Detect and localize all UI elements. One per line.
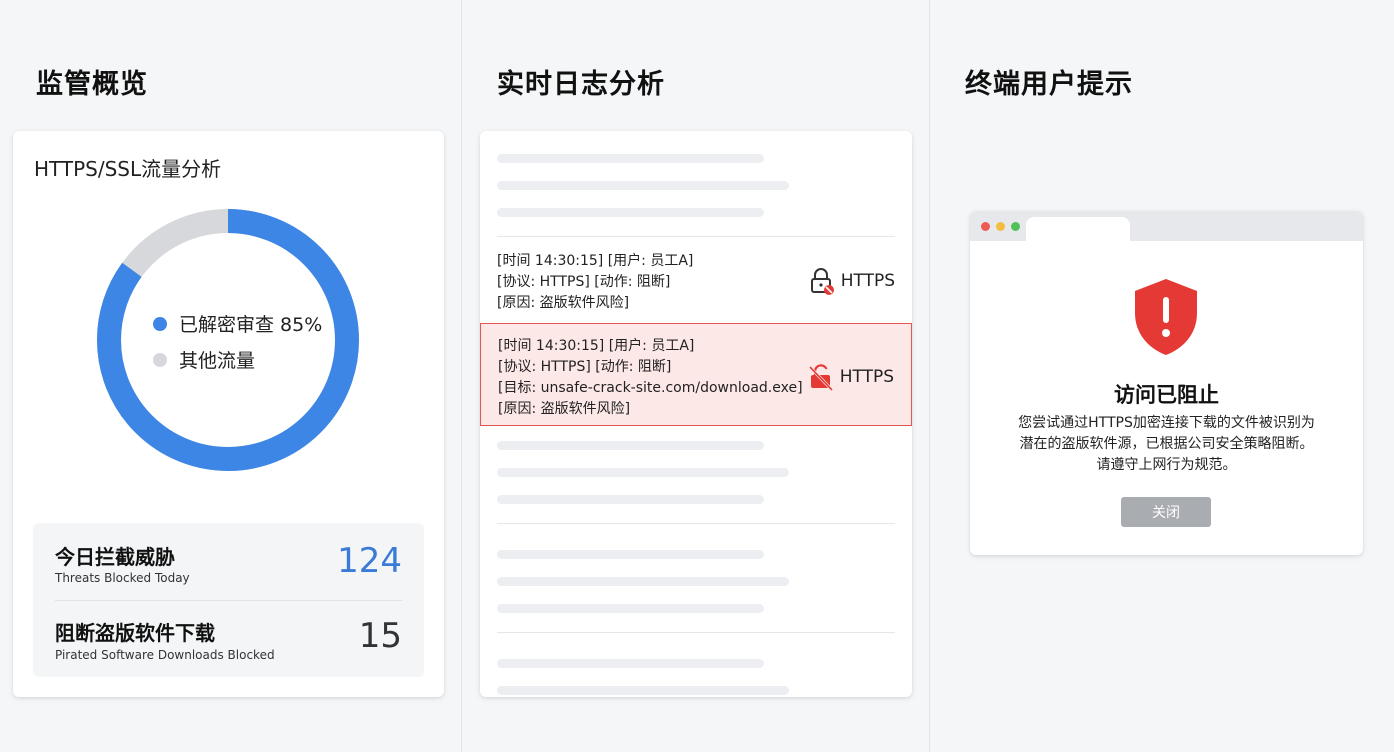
divider: [497, 632, 895, 633]
log-entry-blocked[interactable]: [时间 14:30:15] [用户: 员工A] [协议: HTTPS] [动作:…: [480, 323, 912, 426]
legend-dot-other: [153, 352, 167, 367]
log-line: [原因: 盗版软件风险]: [498, 401, 631, 417]
section-title-overview: 监管概览: [36, 69, 148, 100]
section-title-logs: 实时日志分析: [497, 69, 665, 100]
browser-tab[interactable]: [1026, 217, 1130, 241]
log-protocol: HTTPS: [809, 267, 895, 295]
log-entry[interactable]: [时间 14:30:15] [用户: 员工A] [协议: HTTPS] [动作:…: [480, 237, 912, 323]
legend-label-other: 其他流量: [179, 350, 256, 372]
placeholder-line: [497, 441, 764, 450]
unlocked-slash-icon: [808, 364, 833, 391]
legend-label-decrypted: 已解密审查 85%: [179, 314, 323, 336]
log-line: [目标: unsafe-crack-site.com/download.exe]: [498, 380, 803, 396]
placeholder-line: [497, 468, 789, 477]
log-card: [时间 14:30:15] [用户: 员工A] [协议: HTTPS] [动作:…: [480, 131, 912, 697]
placeholder-line: [497, 550, 764, 559]
section-title-user: 终端用户提示: [965, 69, 1133, 100]
placeholder-line: [497, 577, 789, 586]
stat-threats-blocked: 今日拦截威胁 Threats Blocked Today 124: [55, 523, 402, 600]
traffic-donut-chart: [97, 209, 359, 471]
placeholder-line: [497, 208, 764, 217]
log-line: [时间 14:30:15] [用户: 员工A]: [497, 253, 694, 269]
log-protocol-label: HTTPS: [840, 271, 895, 291]
stat-label: 今日拦截威胁: [55, 545, 175, 569]
lock-blocked-icon: [810, 268, 834, 295]
log-protocol: HTTPS: [808, 363, 894, 391]
log-line: [协议: HTTPS] [动作: 阻断]: [497, 274, 671, 290]
placeholder-line: [497, 659, 764, 668]
overview-card: HTTPS/SSL流量分析 已解密审查 85% 其他流量 今日拦截威胁 Thre…: [13, 131, 444, 697]
stat-value: 15: [358, 616, 402, 656]
placeholder-line: [497, 604, 764, 613]
divider: [497, 523, 895, 524]
log-protocol-label: HTTPS: [839, 367, 894, 387]
placeholder-line: [497, 495, 764, 504]
stat-pirated-blocked: 阻断盗版软件下载 Pirated Software Downloads Bloc…: [55, 600, 402, 677]
placeholder-line: [497, 686, 789, 695]
browser-tab-bar: [970, 211, 1363, 241]
alert-message: 您尝试通过HTTPS加密连接下载的文件被识别为 潜在的盗版软件源，已根据公司安全…: [1000, 413, 1333, 476]
card-title: HTTPS/SSL流量分析: [34, 157, 222, 181]
stat-value: 124: [337, 541, 402, 581]
shield-warning-icon: [1135, 279, 1197, 355]
window-minimize-dot[interactable]: [996, 222, 1005, 231]
legend-decrypted: 已解密审查 85%: [153, 310, 322, 337]
column-divider: [929, 0, 930, 752]
log-line: [协议: HTTPS] [动作: 阻断]: [498, 359, 672, 375]
stats-panel: 今日拦截威胁 Threats Blocked Today 124 阻断盗版软件下…: [33, 523, 424, 677]
window-close-dot[interactable]: [981, 222, 990, 231]
legend-other: 其他流量: [153, 346, 255, 373]
column-divider: [461, 0, 462, 752]
legend-dot-decrypted: [153, 316, 167, 331]
browser-window: 访问已阻止 您尝试通过HTTPS加密连接下载的文件被识别为 潜在的盗版软件源，已…: [970, 211, 1363, 555]
placeholder-line: [497, 154, 764, 163]
stat-label: 阻断盗版软件下载: [55, 621, 215, 645]
window-maximize-dot[interactable]: [1011, 222, 1020, 231]
alert-message-line: 请遵守上网行为规范。: [1096, 457, 1237, 473]
alert-message-line: 潜在的盗版软件源，已根据公司安全策略阻断。: [1019, 436, 1314, 452]
stat-sublabel: Pirated Software Downloads Blocked: [55, 648, 275, 662]
log-line: [原因: 盗版软件风险]: [497, 295, 630, 311]
stat-sublabel: Threats Blocked Today: [55, 571, 190, 585]
alert-title: 访问已阻止: [1114, 383, 1219, 407]
close-button[interactable]: 关闭: [1121, 497, 1211, 527]
alert-message-line: 您尝试通过HTTPS加密连接下载的文件被识别为: [1018, 415, 1315, 431]
placeholder-line: [497, 181, 789, 190]
log-line: [时间 14:30:15] [用户: 员工A]: [498, 338, 695, 354]
